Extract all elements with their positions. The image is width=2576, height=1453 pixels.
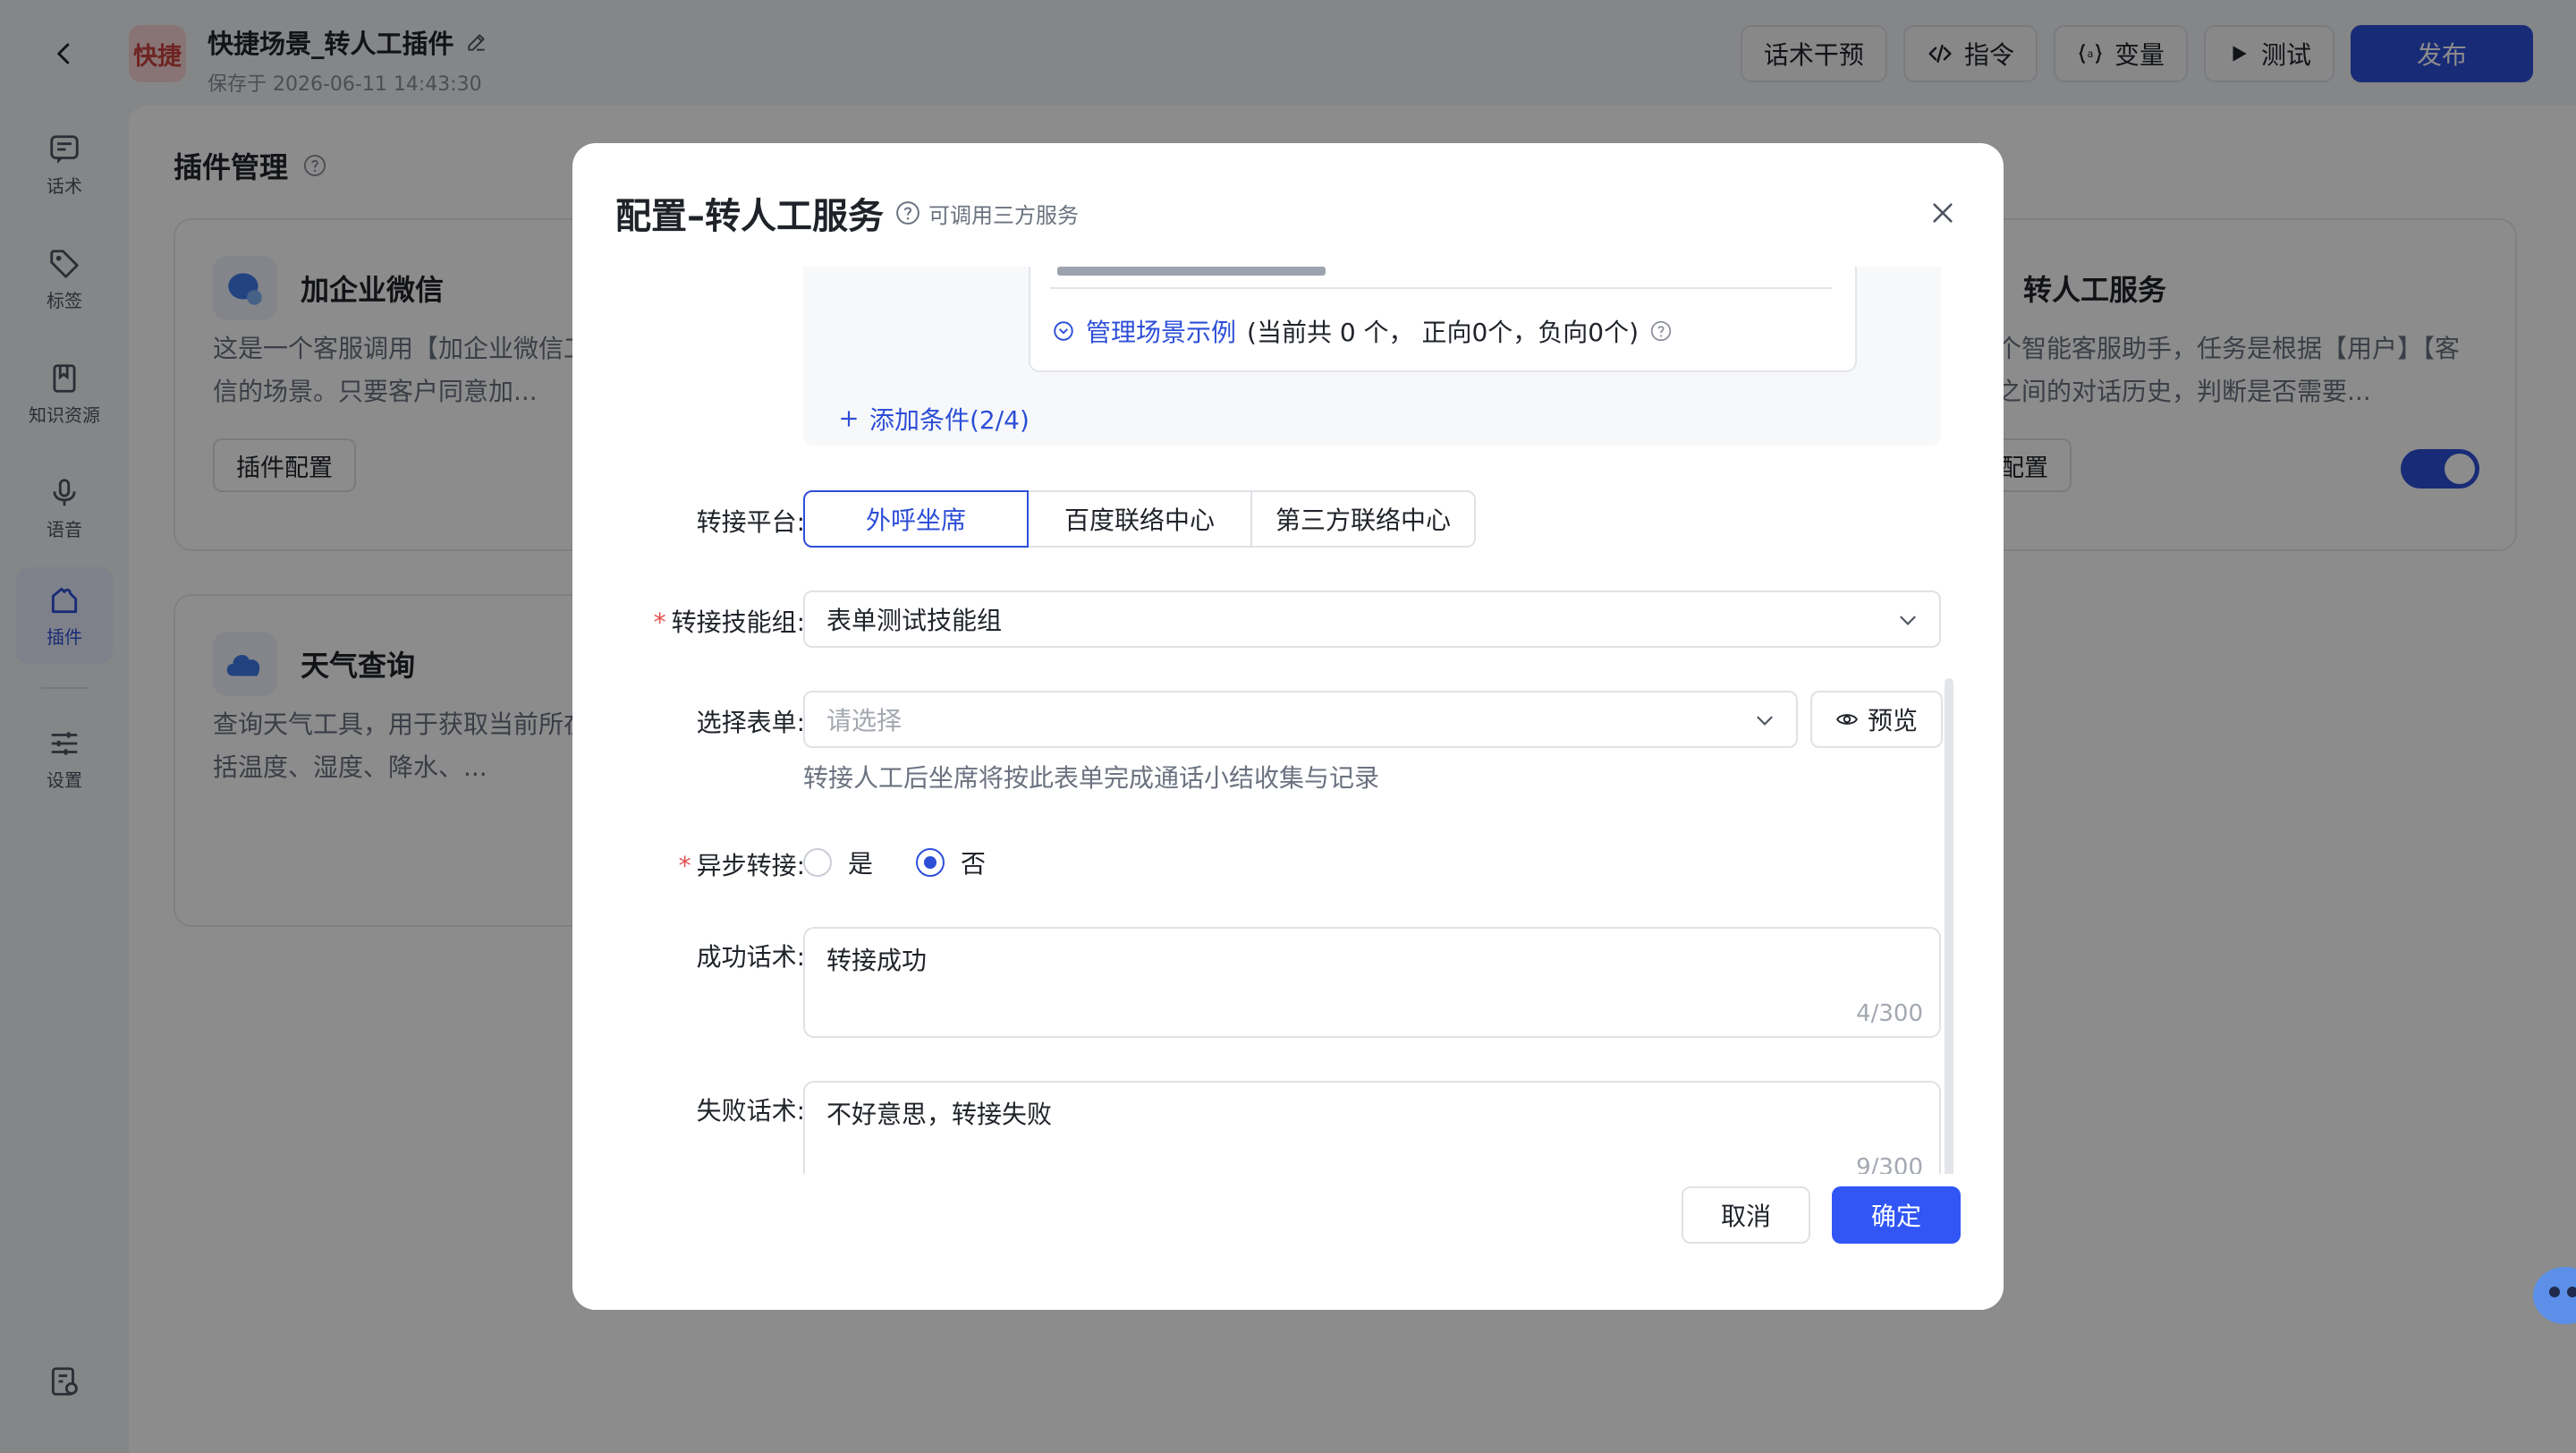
- fail-script-label: 失败话术:: [696, 1096, 805, 1126]
- form-select-placeholder: 请选择: [826, 706, 902, 735]
- radio-circle-selected: [916, 848, 945, 877]
- manage-icon: [1054, 321, 1073, 341]
- platform-option-baidu[interactable]: 百度联络中心: [1027, 490, 1252, 548]
- fail-script-value: 不好意思，转接失败: [826, 1100, 1053, 1129]
- form-select[interactable]: 请选择: [803, 691, 1798, 748]
- add-condition-button[interactable]: 添加条件(2/4): [837, 401, 1030, 437]
- success-script-textarea[interactable]: 转接成功 4/300: [803, 927, 1941, 1038]
- manage-examples-link[interactable]: 管理场景示例: [1086, 313, 1236, 349]
- success-script-value: 转接成功: [826, 946, 928, 975]
- platform-label: 转接平台:: [696, 507, 805, 537]
- preview-button[interactable]: 预览: [1810, 691, 1944, 748]
- skill-group-label-wrap: * 转接技能组:: [654, 603, 805, 639]
- divider: [1050, 287, 1832, 289]
- chevron-down-icon: [1900, 616, 1916, 625]
- skill-group-label: 转接技能组:: [671, 608, 805, 637]
- async-label: 异步转接:: [696, 851, 805, 880]
- modal-hint: 可调用三方服务: [894, 198, 1079, 229]
- help-icon[interactable]: [1649, 319, 1673, 343]
- async-row: * 异步转接: 是 否: [572, 841, 2004, 884]
- form-select-row: 选择表单: 请选择 预览 转接人工后坐席将按此表单完成通话小结收集与记录: [572, 691, 2004, 825]
- skill-group-select[interactable]: 表单测试技能组: [803, 591, 1941, 648]
- required-mark: *: [678, 851, 691, 880]
- app-root: 快捷 快捷场景_转人工插件 保存于 2026-06-11 14:43:30 话术…: [0, 0, 2576, 1453]
- preview-label: 预览: [1868, 706, 1919, 735]
- cancel-button[interactable]: 取消: [1682, 1186, 1810, 1244]
- success-script-label: 成功话术:: [696, 942, 805, 972]
- condition-card: 管理场景示例 (当前共 0 个， 正向0个，负向0个): [1029, 267, 1857, 372]
- skill-group-value: 表单测试技能组: [826, 606, 1003, 635]
- modal-hint-text: 可调用三方服务: [928, 202, 1079, 228]
- required-mark: *: [653, 608, 666, 637]
- manage-row: 管理场景示例 (当前共 0 个， 正向0个，负向0个): [1052, 313, 1673, 349]
- examples-stat: (当前共 0 个， 正向0个，负向0个): [1247, 318, 1640, 347]
- add-condition-label: 添加条件(2/4): [869, 405, 1030, 435]
- modal-title: 配置–转人工服务: [615, 196, 884, 237]
- radio-label: 否: [961, 849, 987, 879]
- config-modal: 配置–转人工服务 可调用三方服务 管理场景示例 (当前共 0 个， 正向0个，负…: [572, 143, 2004, 1310]
- async-option-no[interactable]: 否: [916, 845, 986, 880]
- help-icon[interactable]: [894, 200, 921, 226]
- form-select-help: 转接人工后坐席将按此表单完成通话小结收集与记录: [803, 763, 1380, 793]
- radio-circle: [803, 848, 832, 877]
- form-select-label: 选择表单:: [696, 708, 805, 737]
- platform-row: 转接平台: 外呼坐席 百度联络中心 第三方联络中心: [572, 490, 2004, 548]
- radio-label: 是: [848, 849, 874, 879]
- skill-group-row: * 转接技能组: 表单测试技能组: [572, 591, 2004, 648]
- close-icon: [1933, 203, 1953, 223]
- plus-icon: [841, 411, 857, 427]
- close-button[interactable]: [1925, 195, 1961, 231]
- platform-segmented: 外呼坐席 百度联络中心 第三方联络中心: [803, 490, 1476, 548]
- char-counter: 4/300: [1856, 1000, 1923, 1027]
- modal-body: 管理场景示例 (当前共 0 个， 正向0个，负向0个) 添加条件(2/4) 转接…: [572, 267, 2004, 1310]
- assistant-mascot-icon[interactable]: [2526, 1260, 2576, 1331]
- async-radio-group: 是 否: [803, 845, 986, 880]
- conditions-box: 管理场景示例 (当前共 0 个， 正向0个，负向0个) 添加条件(2/4): [803, 267, 1941, 446]
- clipped-text: [1057, 267, 1326, 276]
- chevron-down-icon: [1757, 716, 1773, 726]
- eye-icon: [1836, 714, 1858, 725]
- async-option-yes[interactable]: 是: [803, 845, 873, 880]
- confirm-button[interactable]: 确定: [1832, 1186, 1961, 1244]
- success-script-row: 成功话术: 转接成功 4/300: [572, 927, 2004, 1038]
- modal-header: 配置–转人工服务 可调用三方服务: [615, 186, 1961, 240]
- platform-option-outbound[interactable]: 外呼坐席: [803, 490, 1029, 548]
- async-label-wrap: * 异步转接:: [679, 846, 805, 882]
- modal-footer: 取消 确定: [572, 1174, 2004, 1310]
- platform-option-third-party[interactable]: 第三方联络中心: [1250, 490, 1476, 548]
